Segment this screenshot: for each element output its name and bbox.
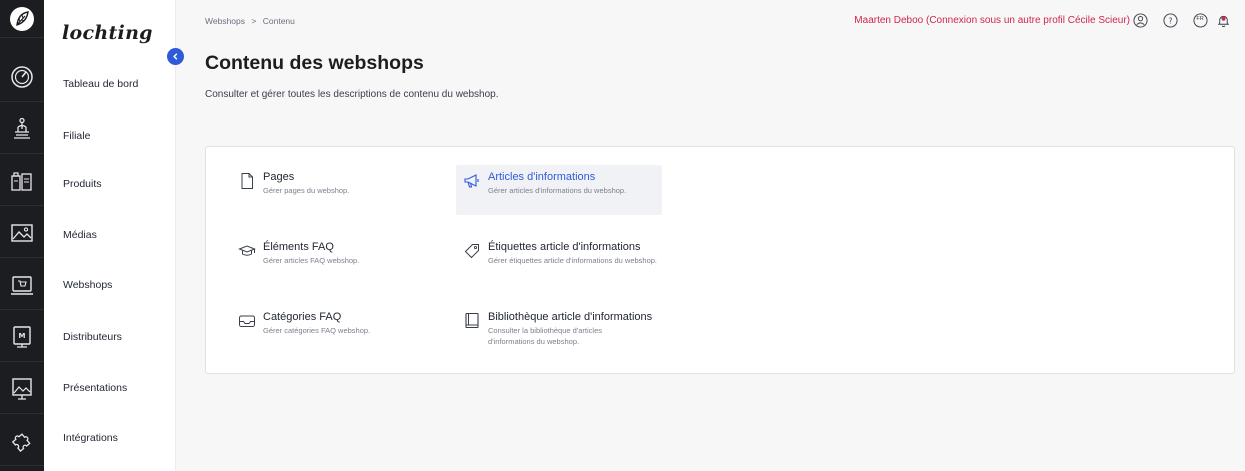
language-icon[interactable]: FR — [1192, 12, 1208, 28]
webshop-cart-icon[interactable] — [0, 260, 44, 310]
sidebar-collapse-button[interactable] — [167, 48, 184, 65]
leaf-logo-icon[interactable] — [0, 0, 44, 38]
tile-title: Étiquettes article d'informations — [488, 241, 641, 253]
tile-info-article-tags[interactable]: Étiquettes article d'informations Gérer … — [456, 235, 662, 293]
tile-pages[interactable]: Pages Gérer pages du webshop. — [231, 165, 437, 215]
sidebar-item-products[interactable]: Produits — [63, 178, 102, 190]
book-icon — [462, 311, 482, 331]
inbox-tray-icon — [237, 311, 257, 331]
tile-description: Gérer pages du webshop. — [263, 186, 350, 195]
icon-rail: M — [0, 0, 44, 471]
tile-title: Pages — [263, 171, 295, 183]
dashboard-gauge-icon[interactable] — [0, 52, 44, 102]
page-icon — [237, 171, 257, 191]
media-image-icon[interactable] — [0, 208, 44, 258]
sidebar-item-integrations[interactable]: Intégrations — [63, 432, 118, 444]
graduation-cap-icon — [237, 241, 257, 261]
sidebar-item-distributors[interactable]: Distributeurs — [63, 331, 122, 343]
integrations-puzzle-icon[interactable] — [0, 416, 44, 466]
presentation-icon[interactable] — [0, 364, 44, 414]
tile-faq-categories[interactable]: Catégories FAQ Gérer catégories FAQ webs… — [231, 305, 437, 355]
user-circle-icon[interactable] — [1132, 12, 1148, 28]
store-pin-icon[interactable] — [0, 104, 44, 154]
sidebar: lochting Tableau de bord Filiale Produit… — [44, 0, 176, 471]
tile-description: Gérer articles d'informations du webshop… — [488, 186, 627, 195]
sidebar-item-webshops[interactable]: Webshops — [63, 279, 112, 291]
tile-info-article-library[interactable]: Bibliothèque article d'informations Cons… — [456, 305, 662, 363]
sidebar-item-media[interactable]: Médias — [63, 229, 97, 241]
breadcrumb-current: Contenu — [262, 16, 295, 26]
tile-description: Gérer catégories FAQ webshop. — [263, 326, 371, 335]
chevron-left-icon — [173, 53, 178, 60]
brand-logo[interactable]: lochting — [62, 22, 153, 44]
svg-text:?: ? — [1168, 16, 1172, 25]
breadcrumb: Webshops > Contenu — [205, 16, 295, 26]
sidebar-item-dashboard[interactable]: Tableau de bord — [63, 78, 138, 90]
help-icon[interactable]: ? — [1162, 12, 1178, 28]
tile-faq-elements[interactable]: Éléments FAQ Gérer articles FAQ webshop. — [231, 235, 437, 285]
tile-info-articles[interactable]: Articles d'informations Gérer articles d… — [456, 165, 662, 215]
breadcrumb-parent[interactable]: Webshops — [205, 16, 245, 26]
tile-description: Gérer étiquettes article d'informations … — [488, 256, 658, 265]
svg-text:M: M — [19, 332, 26, 340]
tile-description: Gérer articles FAQ webshop. — [263, 256, 360, 265]
sidebar-item-branch[interactable]: Filiale — [63, 130, 90, 142]
language-code: FR — [1196, 16, 1204, 22]
distributor-screen-icon[interactable]: M — [0, 312, 44, 362]
page-title: Contenu des webshops — [205, 52, 424, 74]
tile-title: Éléments FAQ — [263, 241, 334, 253]
sidebar-item-presentations[interactable]: Présentations — [63, 382, 127, 394]
page-subtitle: Consulter et gérer toutes les descriptio… — [205, 89, 499, 100]
tile-title: Catégories FAQ — [263, 311, 342, 323]
megaphone-icon — [462, 171, 482, 191]
tag-icon — [462, 241, 482, 261]
tile-title: Articles d'informations — [488, 171, 596, 183]
tile-description: Consulter la bibliothèque d'articles d'i… — [488, 326, 602, 346]
products-icon[interactable] — [0, 156, 44, 206]
notification-bell-icon[interactable] — [1215, 12, 1231, 28]
impersonation-user-link[interactable]: Maarten Deboo (Connexion sous un autre p… — [854, 15, 1130, 26]
tile-title: Bibliothèque article d'informations — [488, 311, 653, 323]
content-card: Pages Gérer pages du webshop. Articles d… — [205, 146, 1235, 374]
breadcrumb-separator: > — [251, 16, 257, 26]
